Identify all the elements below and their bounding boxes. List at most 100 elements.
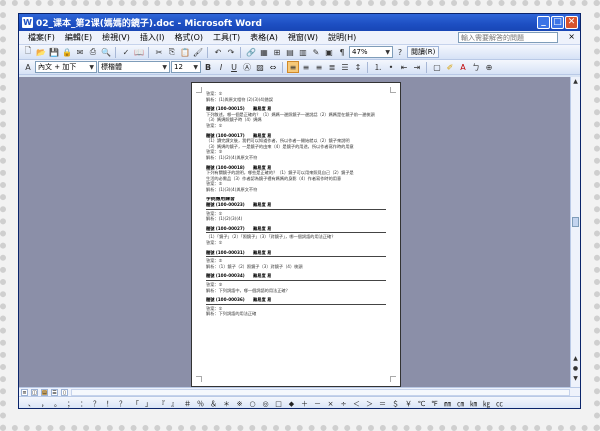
- underline-button[interactable]: U: [228, 61, 240, 73]
- outline-view-icon[interactable]: ☰: [51, 388, 58, 396]
- char-shading-icon[interactable]: ▨: [254, 61, 266, 73]
- format-painter-icon[interactable]: 🖌: [192, 46, 204, 58]
- justify-icon[interactable]: ≣: [326, 61, 338, 73]
- phonetic-guide-icon[interactable]: ㄅ: [470, 61, 482, 73]
- symbol-button[interactable]: ＊: [220, 399, 233, 409]
- decrease-indent-icon[interactable]: ⇤: [398, 61, 410, 73]
- undo-icon[interactable]: ↶: [212, 46, 224, 58]
- next-page-icon[interactable]: ▼: [572, 375, 579, 383]
- border-icon[interactable]: ▢: [431, 61, 443, 73]
- style-select[interactable]: 內文 + 加下 ▼: [35, 61, 97, 73]
- symbol-button[interactable]: ℉: [428, 400, 441, 408]
- show-hide-icon[interactable]: ¶: [336, 46, 348, 58]
- print-preview-icon[interactable]: 🔍: [100, 46, 112, 58]
- help-icon[interactable]: ?: [394, 46, 406, 58]
- symbol-button[interactable]: ㎞: [467, 399, 480, 409]
- symbol-button[interactable]: ◆: [285, 400, 298, 408]
- hyperlink-icon[interactable]: 🔗: [245, 46, 257, 58]
- symbol-button[interactable]: 』: [168, 399, 181, 409]
- symbol-button[interactable]: 、: [25, 399, 38, 409]
- symbol-button[interactable]: ￥: [402, 399, 415, 409]
- symbol-button[interactable]: ＞: [363, 399, 376, 409]
- numbering-icon[interactable]: ⒈: [372, 61, 384, 73]
- increase-indent-icon[interactable]: ⇥: [411, 61, 423, 73]
- menu-item[interactable]: 格式(O): [169, 32, 208, 43]
- symbol-button[interactable]: ÷: [337, 400, 350, 408]
- cut-icon[interactable]: ✂: [153, 46, 165, 58]
- spelling-icon[interactable]: ✓: [120, 46, 132, 58]
- symbol-button[interactable]: ？: [116, 399, 129, 409]
- insert-excel-icon[interactable]: ▤: [284, 46, 296, 58]
- close-button[interactable]: ✕: [565, 16, 578, 29]
- bold-button[interactable]: B: [202, 61, 214, 73]
- symbol-button[interactable]: ＋: [298, 399, 311, 409]
- italic-button[interactable]: I: [215, 61, 227, 73]
- new-document-icon[interactable]: 🗋: [22, 46, 34, 58]
- normal-view-icon[interactable]: ≡: [21, 388, 28, 396]
- char-scale-icon[interactable]: ⇔: [267, 61, 279, 73]
- document-close-button[interactable]: ×: [568, 32, 575, 41]
- symbol-button[interactable]: ×: [324, 400, 337, 408]
- styles-pane-icon[interactable]: A: [22, 61, 34, 73]
- scroll-up-icon[interactable]: ▲: [572, 78, 579, 86]
- symbol-button[interactable]: ㎏: [480, 399, 493, 409]
- bullets-icon[interactable]: •: [385, 61, 397, 73]
- char-border-icon[interactable]: Ⓐ: [241, 61, 253, 73]
- align-center-icon[interactable]: ≡: [300, 61, 312, 73]
- distributed-icon[interactable]: ☰: [339, 61, 351, 73]
- highlight-icon[interactable]: ✐: [444, 61, 456, 73]
- align-left-icon[interactable]: ≡: [287, 61, 299, 73]
- read-button[interactable]: 閱讀(R): [407, 46, 440, 58]
- copy-icon[interactable]: ⎘: [166, 46, 178, 58]
- tables-borders-icon[interactable]: ▦: [258, 46, 270, 58]
- previous-page-icon[interactable]: ▲: [572, 355, 579, 363]
- open-icon[interactable]: 📂: [35, 46, 47, 58]
- line-spacing-icon[interactable]: ↕: [352, 61, 364, 73]
- menu-item[interactable]: 表格(A): [245, 32, 283, 43]
- permission-icon[interactable]: 🔒: [61, 46, 73, 58]
- symbol-button[interactable]: 『: [155, 399, 168, 409]
- symbol-button[interactable]: ㎜: [441, 399, 454, 409]
- symbol-button[interactable]: ㏄: [493, 399, 506, 409]
- browse-object-icon[interactable]: ●: [572, 365, 579, 373]
- symbol-button[interactable]: ○: [246, 400, 259, 408]
- symbol-button[interactable]: ！: [103, 399, 116, 409]
- symbol-button[interactable]: ，: [38, 399, 51, 409]
- menu-item[interactable]: 檔案(F): [23, 32, 60, 43]
- font-color-icon[interactable]: A: [457, 61, 469, 73]
- symbol-button[interactable]: ◎: [259, 400, 272, 408]
- symbol-button[interactable]: ：: [77, 399, 90, 409]
- symbol-button[interactable]: ；: [64, 399, 77, 409]
- symbol-button[interactable]: ＃: [181, 399, 194, 409]
- menu-item[interactable]: 說明(H): [323, 32, 361, 43]
- save-icon[interactable]: 💾: [48, 46, 60, 58]
- minimize-button[interactable]: _: [537, 16, 550, 29]
- symbol-button[interactable]: 。: [51, 399, 64, 409]
- research-icon[interactable]: 📖: [133, 46, 145, 58]
- symbol-button[interactable]: －: [311, 399, 324, 409]
- menu-item[interactable]: 檢視(V): [97, 32, 135, 43]
- maximize-button[interactable]: □: [551, 16, 564, 29]
- symbol-button[interactable]: ℃: [415, 400, 428, 408]
- symbol-button[interactable]: ＄: [389, 399, 402, 409]
- symbol-button[interactable]: ？: [90, 399, 103, 409]
- enclose-characters-icon[interactable]: ⊕: [483, 61, 495, 73]
- help-search-input[interactable]: 輸入需要解答的問題: [458, 32, 558, 43]
- symbol-button[interactable]: 「: [129, 399, 142, 409]
- align-right-icon[interactable]: ≡: [313, 61, 325, 73]
- menu-item[interactable]: 編輯(E): [60, 32, 97, 43]
- print-layout-icon[interactable]: ▤: [41, 388, 48, 396]
- paste-icon[interactable]: 📋: [179, 46, 191, 58]
- email-icon[interactable]: ✉: [74, 46, 86, 58]
- document-map-icon[interactable]: ▣: [323, 46, 335, 58]
- symbol-button[interactable]: ＆: [207, 399, 220, 409]
- reading-view-icon[interactable]: ▯: [61, 388, 68, 396]
- symbol-button[interactable]: □: [272, 400, 285, 408]
- menu-item[interactable]: 工具(T): [208, 32, 245, 43]
- print-icon[interactable]: ⎙: [87, 46, 99, 58]
- horizontal-scrollbar[interactable]: [71, 388, 570, 396]
- columns-icon[interactable]: ▥: [297, 46, 309, 58]
- symbol-button[interactable]: ＜: [350, 399, 363, 409]
- web-view-icon[interactable]: ◫: [31, 388, 38, 396]
- scroll-thumb[interactable]: [572, 217, 579, 227]
